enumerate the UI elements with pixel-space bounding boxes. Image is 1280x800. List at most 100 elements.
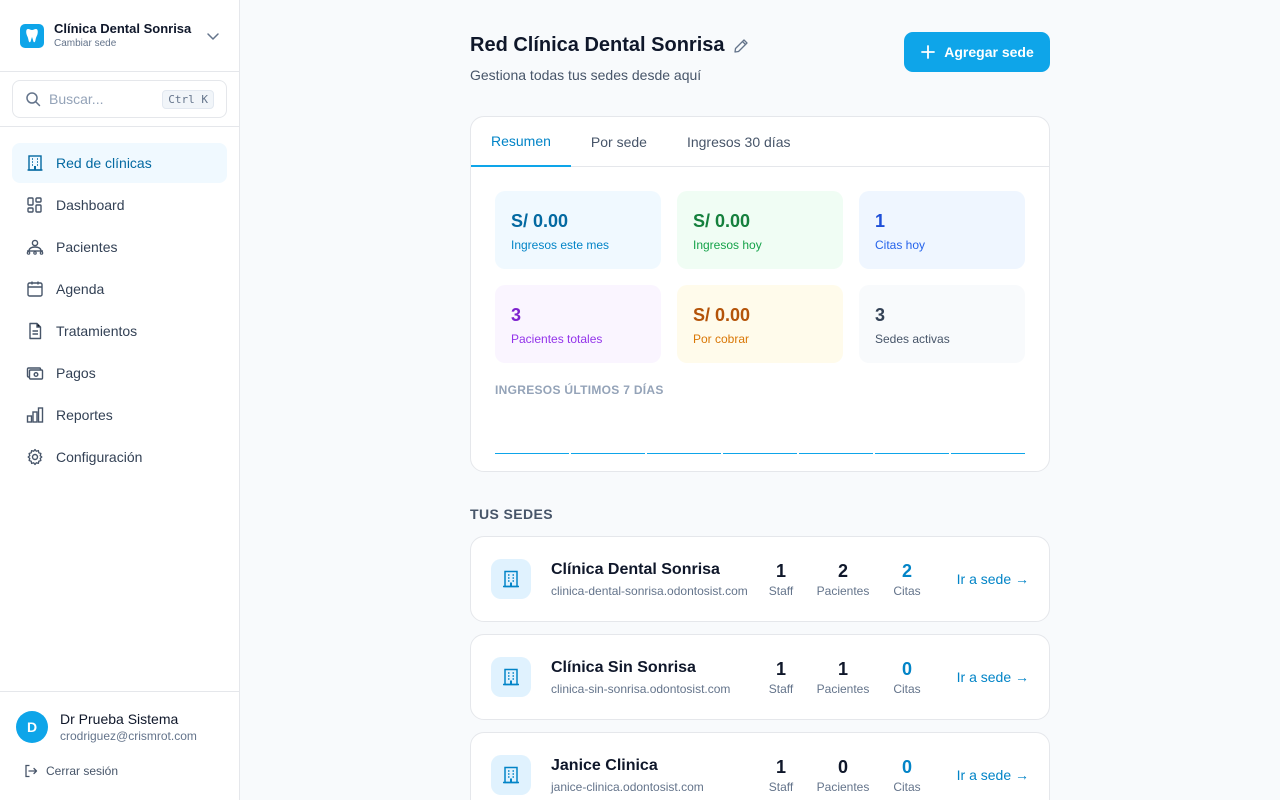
sidebar-item-pagos[interactable]: Pagos bbox=[12, 353, 227, 393]
stat-value: S/ 0.00 bbox=[511, 211, 569, 231]
user-email: crodriguez@crismrot.com bbox=[60, 729, 197, 743]
stat-pacientes-totales: 3 Pacientes totales bbox=[495, 285, 661, 363]
tooth-logo-icon bbox=[20, 23, 44, 48]
search-input[interactable]: Buscar... Ctrl K bbox=[12, 80, 227, 118]
metric-value: 0 bbox=[837, 757, 848, 777]
metric-value: 1 bbox=[775, 757, 786, 777]
sede-url: clinica-dental-sonrisa.odontosist.com bbox=[551, 584, 748, 598]
sede-metric-pacientes: 0 Pacientes bbox=[813, 756, 873, 794]
sidebar-item-label: Pacientes bbox=[56, 239, 118, 255]
tab-por-sede[interactable]: Por sede bbox=[571, 117, 667, 167]
logout-button[interactable]: Cerrar sesión bbox=[24, 764, 223, 778]
metric-value: 0 bbox=[901, 757, 912, 777]
gear-icon bbox=[27, 448, 43, 466]
building-icon bbox=[491, 657, 531, 697]
search-placeholder: Buscar... bbox=[49, 91, 104, 107]
sede-url: clinica-sin-sonrisa.odontosist.com bbox=[551, 682, 731, 696]
sidebar-nav: Red de clínicas Dashboard Pacientes Agen… bbox=[0, 127, 239, 495]
document-icon bbox=[29, 322, 42, 340]
sidebar-item-reportes[interactable]: Reportes bbox=[12, 395, 227, 435]
metric-label: Pacientes bbox=[816, 682, 870, 696]
stat-label: Sedes activas bbox=[875, 332, 950, 346]
chart-bar bbox=[647, 453, 721, 454]
sidebar-item-label: Dashboard bbox=[56, 197, 125, 213]
sidebar-item-label: Red de clínicas bbox=[56, 155, 152, 171]
stat-value: 1 bbox=[875, 211, 886, 231]
stat-sedes-activas: 3 Sedes activas bbox=[859, 285, 1025, 363]
stat-value: S/ 0.00 bbox=[693, 305, 751, 325]
sede-name: Janice Clinica bbox=[551, 757, 658, 774]
sidebar: Clínica Dental Sonrisa Cambiar sede Busc… bbox=[0, 0, 240, 800]
sidebar-item-configuracion[interactable]: Configuración bbox=[12, 437, 227, 477]
go-to-sede-link[interactable]: Ir a sede → bbox=[957, 571, 1029, 587]
sede-card: Clínica Sin Sonrisa clinica-sin-sonrisa.… bbox=[470, 634, 1050, 720]
stat-value: S/ 0.00 bbox=[693, 211, 751, 231]
metric-value: 0 bbox=[901, 659, 912, 679]
patients-icon bbox=[26, 239, 44, 255]
tab-resumen[interactable]: Resumen bbox=[471, 117, 571, 167]
sidebar-item-label: Pagos bbox=[56, 365, 96, 381]
user-panel: D Dr Prueba Sistema crodriguez@crismrot.… bbox=[0, 691, 239, 800]
plus-icon bbox=[921, 45, 936, 59]
sede-metric-staff: 1 Staff bbox=[761, 658, 801, 696]
sede-metric-staff: 1 Staff bbox=[761, 560, 801, 598]
page-title-text: Red Clínica Dental Sonrisa bbox=[470, 34, 725, 56]
stat-value: 3 bbox=[511, 305, 522, 325]
go-to-sede-link[interactable]: Ir a sede → bbox=[957, 767, 1029, 783]
sede-metric-pacientes: 1 Pacientes bbox=[813, 658, 873, 696]
chart-bar bbox=[723, 453, 797, 454]
metric-label: Citas bbox=[893, 584, 921, 598]
metric-value: 1 bbox=[837, 659, 848, 679]
user-name: Dr Prueba Sistema bbox=[60, 711, 179, 727]
edit-pencil-icon[interactable] bbox=[733, 38, 749, 54]
sede-metric-citas: 2 Citas bbox=[887, 560, 927, 598]
metric-label: Pacientes bbox=[816, 780, 870, 794]
metric-label: Staff bbox=[768, 780, 794, 794]
avatar: D bbox=[16, 711, 48, 743]
logout-icon bbox=[25, 764, 38, 778]
go-to-sede-link[interactable]: Ir a sede → bbox=[957, 669, 1029, 685]
sidebar-item-pacientes[interactable]: Pacientes bbox=[12, 227, 227, 267]
chart-bar bbox=[571, 453, 645, 454]
sedes-section-title: TUS SEDES bbox=[470, 506, 553, 522]
metric-value: 1 bbox=[775, 561, 786, 581]
tab-ingresos-30-dias[interactable]: Ingresos 30 días bbox=[667, 117, 811, 167]
metric-value: 2 bbox=[901, 561, 912, 581]
stat-label: Ingresos este mes bbox=[511, 238, 610, 252]
sidebar-item-agenda[interactable]: Agenda bbox=[12, 269, 227, 309]
main-content: Red Clínica Dental Sonrisa Gestiona toda… bbox=[470, 0, 1050, 800]
sede-url: janice-clinica.odontosist.com bbox=[551, 780, 704, 794]
sede-metric-pacientes: 2 Pacientes bbox=[813, 560, 873, 598]
metric-label: Staff bbox=[768, 682, 794, 696]
metric-value: 1 bbox=[775, 659, 786, 679]
add-sede-button[interactable]: Agregar sede bbox=[904, 32, 1050, 72]
clinic-switcher[interactable]: Clínica Dental Sonrisa Cambiar sede bbox=[0, 0, 239, 72]
stat-citas-hoy: 1 Citas hoy bbox=[859, 191, 1025, 269]
sidebar-item-tratamientos[interactable]: Tratamientos bbox=[12, 311, 227, 351]
stat-ingresos-mes: S/ 0.00 Ingresos este mes bbox=[495, 191, 661, 269]
stat-por-cobrar: S/ 0.00 Por cobrar bbox=[677, 285, 843, 363]
chart-bar bbox=[951, 453, 1025, 454]
sede-name: Clínica Sin Sonrisa bbox=[551, 659, 696, 676]
change-clinic-label: Cambiar sede bbox=[54, 37, 117, 49]
calendar-icon bbox=[27, 281, 43, 297]
sede-metric-citas: 0 Citas bbox=[887, 756, 927, 794]
clinic-name: Clínica Dental Sonrisa bbox=[54, 20, 192, 36]
sidebar-item-red-de-clinicas[interactable]: Red de clínicas bbox=[12, 143, 227, 183]
stat-value: 3 bbox=[875, 305, 886, 325]
building-icon bbox=[27, 155, 43, 171]
sidebar-item-label: Reportes bbox=[56, 407, 113, 423]
money-icon bbox=[26, 367, 44, 380]
building-icon bbox=[491, 755, 531, 795]
stat-ingresos-hoy: S/ 0.00 Ingresos hoy bbox=[677, 191, 843, 269]
summary-tabs: Resumen Por sede Ingresos 30 días bbox=[471, 117, 1049, 167]
sede-card: Clínica Dental Sonrisa clinica-dental-so… bbox=[470, 536, 1050, 622]
sidebar-item-dashboard[interactable]: Dashboard bbox=[12, 185, 227, 225]
sede-name: Clínica Dental Sonrisa bbox=[551, 561, 720, 578]
metric-value: 2 bbox=[837, 561, 848, 581]
search-shortcut: Ctrl K bbox=[162, 89, 214, 109]
metric-label: Staff bbox=[768, 584, 794, 598]
building-icon bbox=[491, 559, 531, 599]
stat-label: Citas hoy bbox=[875, 238, 926, 252]
stat-label: Pacientes totales bbox=[511, 332, 603, 346]
